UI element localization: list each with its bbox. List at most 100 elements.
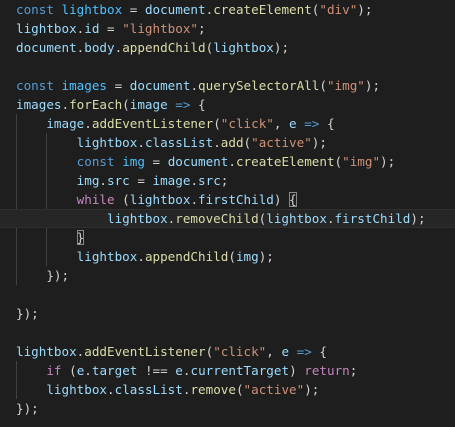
code-line[interactable]: }); [0, 304, 455, 323]
code-line[interactable]: document.body.appendChild(lightbox); [0, 38, 455, 57]
punctuation-token: ; [220, 173, 229, 188]
punctuation-token [54, 78, 62, 93]
punctuation-token: ( [319, 78, 327, 93]
punctuation-token: ( [243, 135, 252, 150]
variable-token: classList [144, 135, 214, 150]
code-line[interactable]: lightbox.classList.remove("active"); [0, 380, 455, 399]
code-line[interactable]: }); [0, 399, 455, 418]
constant-token: lightbox [61, 2, 123, 17]
variable-token: document [144, 2, 206, 17]
variable-token: lightbox [76, 249, 138, 264]
punctuation-token: ( [235, 382, 244, 397]
code-line[interactable]: const images = document.querySelectorAll… [0, 76, 455, 95]
string-token: "active" [243, 382, 305, 397]
punctuation-token [16, 382, 46, 397]
punctuation-token: = [129, 173, 153, 188]
variable-token: target [91, 363, 138, 378]
punctuation-token: }); [16, 268, 70, 283]
string-token: "click" [213, 344, 267, 359]
string-token: "click" [220, 116, 274, 131]
string-token: "img" [342, 154, 381, 169]
variable-token: img [76, 173, 100, 188]
variable-token: firstChild [334, 211, 411, 226]
code-line[interactable]: lightbox.id = "lightbox"; [0, 19, 455, 38]
string-token: "active" [251, 135, 312, 150]
variable-token: body [84, 40, 115, 55]
control-keyword-token: if [46, 363, 62, 378]
constant-token: images [61, 78, 108, 93]
variable-token: lightbox [107, 211, 168, 226]
matched-bracket: { [289, 192, 297, 207]
variable-token: src [107, 173, 130, 188]
variable-token: lightbox [129, 192, 191, 207]
punctuation-token: ) [273, 192, 290, 207]
control-keyword-token: while [76, 192, 115, 207]
punctuation-token: . [107, 382, 115, 397]
punctuation-token: . [137, 249, 145, 264]
punctuation-token: . [213, 135, 221, 150]
code-line[interactable]: lightbox.removeChild(lightbox.firstChild… [0, 209, 455, 228]
constant-token: img [122, 154, 145, 169]
punctuation-token: }); [16, 401, 39, 416]
code-line[interactable] [0, 285, 455, 304]
function-token: addEventListener [84, 344, 206, 359]
function-token: appendChild [144, 249, 229, 264]
punctuation-token: . [61, 97, 70, 112]
code-line[interactable] [0, 323, 455, 342]
code-line[interactable]: img.src = image.src; [0, 171, 455, 190]
variable-token: document [167, 154, 229, 169]
punctuation-token: ; [198, 21, 206, 36]
punctuation-token: . [84, 363, 92, 378]
string-token: "lightbox" [122, 21, 199, 36]
punctuation-token: ); [380, 154, 396, 169]
punctuation-token: = [99, 21, 123, 36]
punctuation-token [16, 363, 46, 378]
code-line[interactable]: if (e.target !== e.currentTarget) return… [0, 361, 455, 380]
punctuation-token [16, 211, 107, 226]
code-line[interactable]: while (lightbox.firstChild) { [0, 190, 455, 209]
punctuation-token: { [319, 116, 335, 131]
code-line[interactable]: const lightbox = document.createElement(… [0, 0, 455, 19]
code-line[interactable]: } [0, 228, 455, 247]
keyword-token: => [175, 97, 191, 112]
punctuation-token: ); [273, 40, 290, 55]
function-token: querySelectorAll [198, 78, 320, 93]
punctuation-token: . [190, 173, 199, 188]
punctuation-token: ( [213, 116, 221, 131]
code-editor[interactable]: const lightbox = document.createElement(… [0, 0, 455, 427]
code-line[interactable] [0, 57, 455, 76]
function-token: removeChild [175, 211, 259, 226]
code-line[interactable]: }); [0, 266, 455, 285]
variable-token: image [129, 97, 168, 112]
variable-token: e [289, 116, 297, 131]
code-line[interactable]: lightbox.classList.add("active"); [0, 133, 455, 152]
variable-token: image [46, 116, 85, 131]
variable-token: document [129, 78, 191, 93]
control-keyword-token: return [304, 363, 350, 378]
variable-token: lightbox [16, 344, 77, 359]
code-line[interactable]: lightbox.addEventListener("click", e => … [0, 342, 455, 361]
keyword-token: => [304, 116, 320, 131]
keyword-token: => [296, 344, 312, 359]
variable-token: e [175, 363, 183, 378]
punctuation-token: { [190, 97, 206, 112]
code-line[interactable]: const img = document.createElement("img"… [0, 152, 455, 171]
code-line[interactable]: lightbox.appendChild(img); [0, 247, 455, 266]
punctuation-token: ( [114, 192, 130, 207]
variable-token: lightbox [46, 382, 108, 397]
code-line[interactable]: image.addEventListener("click", e => { [0, 114, 455, 133]
punctuation-token: . [190, 78, 199, 93]
function-token: forEach [69, 97, 123, 112]
punctuation-token: . [84, 116, 92, 131]
punctuation-token: !== [137, 363, 176, 378]
variable-token: img [235, 249, 259, 264]
punctuation-token [16, 154, 77, 169]
variable-token: classList [114, 382, 183, 397]
punctuation-token: { [311, 344, 327, 359]
punctuation-token: ) [289, 363, 305, 378]
variable-token: images [16, 97, 62, 112]
code-line[interactable]: images.forEach(image => { [0, 95, 455, 114]
punctuation-token: ); [364, 78, 381, 93]
punctuation-token [54, 2, 62, 17]
keyword-token: const [16, 78, 54, 93]
